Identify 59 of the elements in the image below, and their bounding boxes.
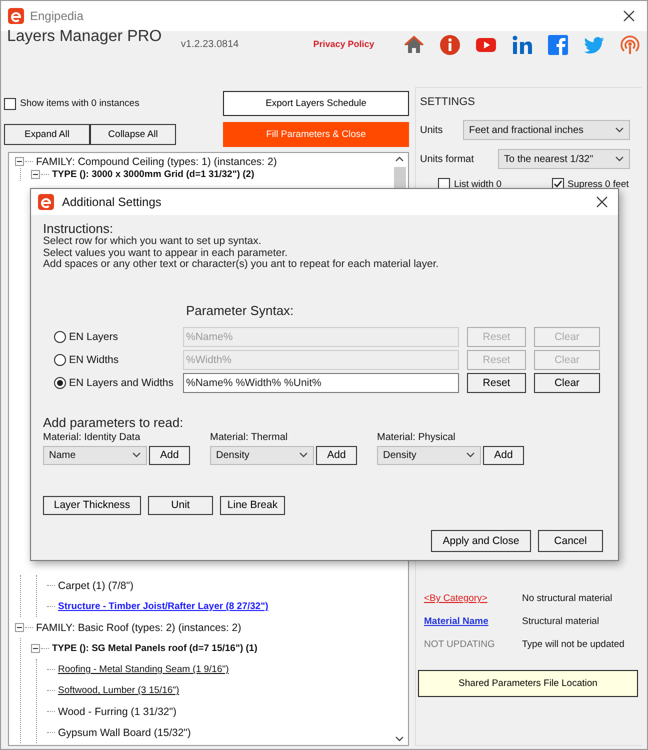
add-button[interactable]: Add [149, 446, 190, 464]
collapse-all-button[interactable]: Collapse All [90, 124, 176, 145]
dialog-title: Additional Settings [62, 195, 162, 209]
family-label[interactable]: FAMILY: Basic Roof (types: 2) (instances: 2) [36, 622, 242, 634]
legend-description: No structural material [522, 593, 614, 604]
export-button[interactable]: Export Layers Schedule [223, 91, 409, 116]
radio-label: EN Layers and Widths [69, 377, 174, 389]
layer-link[interactable]: Structure - Timber Joist/Rafter Layer (8 27/32") [58, 601, 268, 612]
syntax-field[interactable]: %Name% %Width% %Unit% [183, 373, 459, 393]
parameter-dropdown[interactable]: Density [377, 446, 481, 464]
settings-heading: SETTINGS [420, 96, 476, 108]
group-label: Material: Identity Data [43, 432, 140, 442]
family-label[interactable]: FAMILY: Compound Ceiling (types: 1) (instances: 2) [36, 156, 277, 168]
legend-key: <By Category> [424, 593, 522, 604]
legend-key: Material Name [424, 616, 522, 627]
instructions-heading: Instructions: [43, 221, 114, 236]
type-label[interactable]: TYPE (): SG Metal Panels roof (d=7 15/16") (1) [52, 643, 258, 654]
add-button[interactable]: Add [316, 446, 357, 464]
parameter-dropdown[interactable]: Density [210, 446, 314, 464]
legend-key: NOT UPDATING [424, 639, 522, 650]
units-dropdown[interactable]: Feet and fractional inches [463, 120, 630, 140]
expand-all-button[interactable]: Expand All [4, 124, 90, 145]
window-title: Engipedia [30, 9, 84, 23]
units-format-dropdown[interactable]: To the nearest 1/32" [498, 149, 630, 169]
layer-link[interactable]: Softwood, Lumber (3 15/16") [58, 685, 180, 696]
add-button[interactable]: Add [483, 446, 524, 464]
layer-label[interactable]: Carpet (1) (7/8") [58, 580, 134, 592]
syntax-heading: Parameter Syntax: [186, 302, 295, 318]
apply-button[interactable]: Apply and Close [431, 530, 531, 552]
units-label: Units [420, 124, 444, 136]
group-label: Material: Physical [377, 432, 456, 442]
group-label: Material: Thermal [210, 432, 288, 442]
units-format-label: Units format [420, 154, 475, 164]
privacy-link[interactable]: Privacy Policy [313, 39, 403, 49]
insert-button[interactable]: Unit [148, 496, 213, 514]
cancel-button[interactable]: Cancel [538, 530, 603, 552]
type-label[interactable]: TYPE (): 3000 x 3000mm Grid (d=1 31/32") (2) [52, 169, 254, 180]
clear-button[interactable]: Clear [534, 373, 600, 393]
layer-label[interactable]: Gypsum Wall Board (15/32") [58, 726, 191, 738]
instruction-text: Select values you want to appear in each parameter. [43, 248, 289, 258]
app-name: Layers Manager PRO [7, 28, 163, 46]
add-parameters-heading: Add parameters to read: [43, 414, 184, 430]
reset-button[interactable]: Reset [467, 373, 526, 393]
checkbox-label: Supress 0 feet [568, 178, 629, 190]
checkbox-label: List width 0 [454, 178, 502, 190]
layer-label[interactable]: Wood - Furring (1 31/32") [58, 706, 176, 718]
parameter-dropdown[interactable]: Name [43, 446, 147, 464]
layer-link[interactable]: Roofing - Metal Standing Seam (1 9/16") [58, 664, 229, 675]
legend-description: Type will not be updated [522, 639, 626, 650]
version-label: v1.2.23.0814 [180, 39, 240, 50]
instruction-text: Add spaces or any other text or character(s) you ant to repeat for each material layer. [43, 259, 440, 270]
insert-button[interactable]: Line Break [220, 496, 285, 514]
shared-parameters-button[interactable]: Shared Parameters File Location [418, 670, 638, 697]
instruction-text: Select row for which you want to set up syntax. [43, 236, 262, 248]
legend-description: Structural material [522, 616, 600, 627]
checkbox-label: Show items with 0 instances [20, 98, 140, 109]
radio-label: EN Widths [69, 354, 119, 366]
radio-label: EN Layers [69, 331, 118, 343]
insert-button[interactable]: Layer Thickness [43, 496, 141, 514]
